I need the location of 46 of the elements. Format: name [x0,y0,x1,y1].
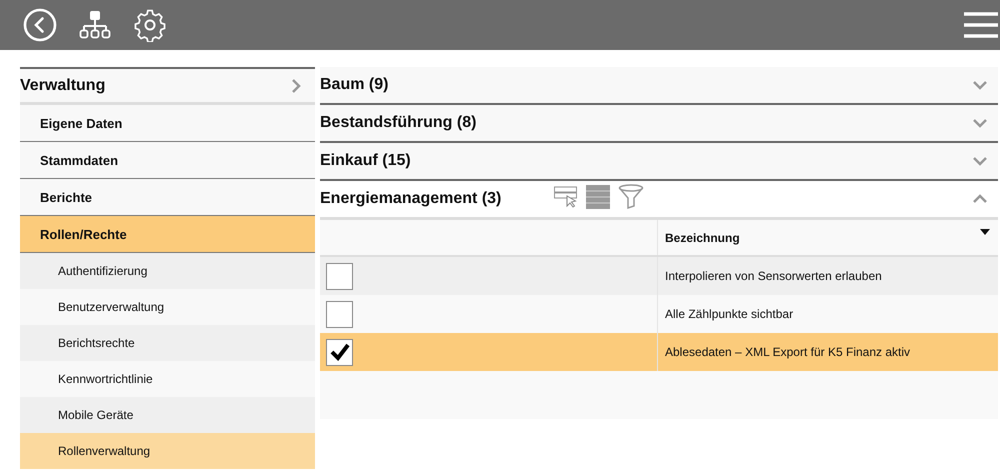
sidebar-subitem[interactable]: Rollenverwaltung [20,433,315,469]
sidebar-subitem[interactable]: Berichtsrechte [20,325,315,361]
table-row[interactable]: Interpolieren von Sensorwerten erlauben [320,257,998,295]
chevron-right-icon [291,78,301,94]
chevron-down-icon [972,118,988,128]
table-cell-text: Alle Zählpunkte sichtbar [664,306,794,323]
table-cell-text: Ablesedaten – XML Export für K5 Finanz aktiv [664,344,912,361]
table-row[interactable]: Ablesedaten – XML Export für K5 Finanz aktiv [320,333,998,371]
checkbox[interactable] [326,262,353,290]
back-button[interactable] [23,8,57,42]
section-header[interactable]: Baum (9) [320,67,998,103]
sidebar-subitem[interactable]: Benutzerverwaltung [20,289,315,325]
section-title: Einkauf (15) [320,152,411,170]
row-pointer-icon [554,186,578,208]
chevron-up-icon [972,194,988,204]
hierarchy-button[interactable] [79,10,111,40]
sidebar-subitem[interactable]: Kennwortrichtlinie [20,361,315,397]
sidebar-item[interactable]: Eigene Daten [20,105,315,142]
menu-button[interactable] [964,11,998,39]
filter-icon [618,184,644,210]
column-header[interactable]: Bezeichnung [658,220,998,255]
section-title: Baum (9) [320,76,388,94]
settings-button[interactable] [133,8,167,42]
list-icon [586,184,610,208]
checkmark-icon [330,343,350,361]
settings-icon [133,8,167,42]
sidebar-header[interactable]: Verwaltung [20,67,315,105]
sidebar-subitem[interactable]: Authentifizierung [20,253,315,289]
sidebar-item[interactable]: Stammdaten [20,142,315,179]
checkbox[interactable] [326,300,353,328]
sort-caret-icon [980,229,990,235]
sidebar-item[interactable]: Berichte [20,179,315,216]
section-title: Energiemanagement (3) [320,190,502,208]
sidebar-title: Verwaltung [20,76,106,94]
chevron-down-icon [972,80,988,90]
section-header[interactable]: Einkauf (15) [320,143,998,179]
menu-icon [964,11,998,39]
hierarchy-icon [79,10,111,40]
checkbox[interactable] [326,338,353,366]
section-header[interactable]: Bestandsführung (8) [320,105,998,141]
section-title: Bestandsführung (8) [320,114,476,132]
back-icon [23,8,57,42]
sidebar-subitem[interactable]: Mobile Geräte [20,397,315,433]
sidebar-item[interactable]: Rollen/Rechte [20,216,315,253]
chevron-down-icon [972,156,988,166]
table-cell-text: Interpolieren von Sensorwerten erlauben [664,268,883,285]
